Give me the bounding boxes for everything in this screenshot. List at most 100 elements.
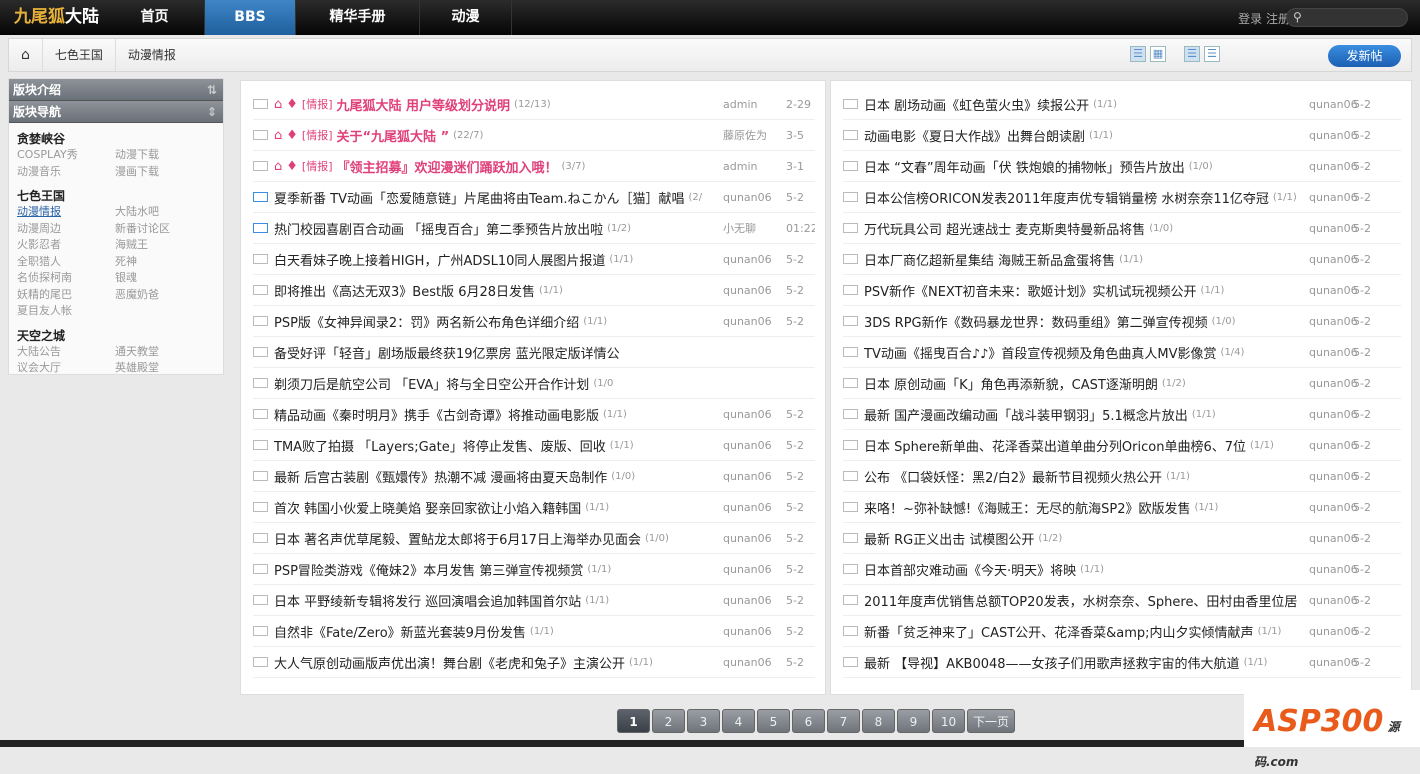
thread-author[interactable]: admin <box>723 98 757 111</box>
thread-author[interactable]: qunan06 <box>723 532 772 545</box>
sidebar-link[interactable]: 大陆公告 <box>17 344 115 361</box>
thread-author[interactable]: qunan06 <box>1309 377 1358 390</box>
thread-author[interactable]: qunan06 <box>1309 625 1358 638</box>
thread-author[interactable]: qunan06 <box>1309 594 1358 607</box>
thread-title[interactable]: 白天看妹子晚上接着HIGH，广州ADSL10同人展图片报道 <box>274 250 605 269</box>
thread-title[interactable]: 热门校园喜剧百合动画 「摇曳百合」第二季预告片放出啦 <box>274 219 603 238</box>
page-button[interactable]: 1 <box>617 709 650 733</box>
thread-author[interactable]: qunan06 <box>1309 346 1358 359</box>
thread-author[interactable]: qunan06 <box>1309 532 1358 545</box>
sidebar-link[interactable]: 海贼王 <box>115 237 213 254</box>
sidebar-link[interactable]: 动漫下载 <box>115 147 213 164</box>
thread-author[interactable]: qunan06 <box>723 563 772 576</box>
thread-author[interactable]: qunan06 <box>1309 253 1358 266</box>
thread-title[interactable]: 即将推出《高达无双3》Best版 6月28日发售 <box>274 281 535 300</box>
thread-title[interactable]: 动画电影《夏日大作战》出舞台朗读剧 <box>864 126 1085 145</box>
sidebar-link[interactable]: 妖精的尾巴 <box>17 287 115 304</box>
thread-author[interactable]: qunan06 <box>1309 470 1358 483</box>
thread-author[interactable]: qunan06 <box>1309 408 1358 421</box>
thread-title[interactable]: 大人气原创动画版声优出演！舞台剧《老虎和兔子》主演公开 <box>274 653 625 672</box>
thread-tag[interactable]: [情报] <box>302 96 333 112</box>
new-post-button[interactable]: 发新帖 <box>1328 45 1401 67</box>
thread-title[interactable]: 2011年度声优销售总额TOP20发表，水树奈奈、Sphere、田村由香里位居 <box>864 591 1297 610</box>
page-button[interactable]: 6 <box>792 709 825 733</box>
page-button[interactable]: 9 <box>897 709 930 733</box>
thread-title[interactable]: 日本 “文春”周年动画「伏 铁炮娘的捕物帐」预告片放出 <box>864 157 1185 176</box>
thread-author[interactable]: qunan06 <box>1309 501 1358 514</box>
thread-title[interactable]: PSV新作《NEXT初音未来：歌姬计划》实机试玩视频公开 <box>864 281 1197 300</box>
thread-author[interactable]: qunan06 <box>1309 98 1358 111</box>
thread-title[interactable]: 日本 Sphere新单曲、花泽香菜出道单曲分列Oricon单曲榜6、7位 <box>864 436 1246 455</box>
list-view-icon[interactable]: ☰ <box>1130 46 1146 62</box>
page-button[interactable]: 8 <box>862 709 895 733</box>
page-button[interactable]: 7 <box>827 709 860 733</box>
page-button[interactable]: 5 <box>757 709 790 733</box>
thread-author[interactable]: qunan06 <box>723 625 772 638</box>
thread-title[interactable]: 3DS RPG新作《数码暴龙世界：数码重组》第二弹宣传视频 <box>864 312 1208 331</box>
page-button[interactable]: 4 <box>722 709 755 733</box>
sidebar-link[interactable]: 银魂 <box>115 270 213 287</box>
thread-author[interactable]: qunan06 <box>1309 315 1358 328</box>
thread-author[interactable]: qunan06 <box>1309 222 1358 235</box>
thread-title[interactable]: 最新 【导视】AKB0048——女孩子们用歌声拯救宇宙的伟大航道 <box>864 653 1240 672</box>
thread-author[interactable]: 藤原佐为 <box>723 127 767 143</box>
search-input[interactable]: ⚲ <box>1286 8 1408 27</box>
thread-tag[interactable]: [情报] <box>302 158 333 174</box>
home-icon[interactable]: ⌂ <box>9 39 43 71</box>
thread-title[interactable]: 日本 原创动画「K」角色再添新貌，CAST逐渐明朗 <box>864 374 1158 393</box>
thread-author[interactable]: qunan06 <box>1309 563 1358 576</box>
sidebar-link[interactable]: 新番讨论区 <box>115 221 213 238</box>
breadcrumb-item[interactable]: 动漫情报 <box>116 39 188 71</box>
thread-author[interactable]: qunan06 <box>723 501 772 514</box>
thread-author[interactable]: qunan06 <box>723 191 772 204</box>
thread-title[interactable]: TV动画《摇曳百合♪♪》首段宣传视频及角色曲真人MV影像赏 <box>864 343 1217 362</box>
page-button[interactable]: 下一页 <box>967 709 1015 733</box>
thread-title[interactable]: 日本公信榜ORICON发表2011年度声优专辑销量榜 水树奈奈11亿夺冠 <box>864 188 1269 207</box>
nav-anime[interactable]: 动漫 <box>420 0 512 35</box>
thread-title[interactable]: PSP版《女神异闻录2：罚》两名新公布角色详细介绍 <box>274 312 579 331</box>
sidebar-link[interactable]: 名侦探柯南 <box>17 270 115 287</box>
thread-title[interactable]: 来咯！~弥补缺憾!《海贼王：无尽的航海SP2》欧版发售 <box>864 498 1190 517</box>
sidebar-link[interactable]: 全职猎人 <box>17 254 115 271</box>
thread-title[interactable]: 关于“九尾狐大陆 ” <box>337 126 450 145</box>
sidebar-group-title[interactable]: 天空之城 <box>17 329 215 344</box>
thread-title[interactable]: 备受好评「轻音」剧场版最终获19亿票房 蓝光限定版详情公 <box>274 343 620 362</box>
thread-title[interactable]: 自然非《Fate/Zero》新蓝光套装9月份发售 <box>274 622 526 641</box>
thread-title[interactable]: 公布 《口袋妖怪：黑2/白2》最新节目视频火热公开 <box>864 467 1162 486</box>
thread-author[interactable]: 小无聊 <box>723 220 756 236</box>
thread-title[interactable]: 日本厂商亿超新星集结 海贼王新品盒蛋将售 <box>864 250 1115 269</box>
thread-author[interactable]: qunan06 <box>723 594 772 607</box>
nav-home[interactable]: 首页 <box>105 0 205 35</box>
nav-bbs[interactable]: BBS <box>205 0 296 35</box>
page-button[interactable]: 2 <box>652 709 685 733</box>
thread-author[interactable]: qunan06 <box>723 470 772 483</box>
sidebar-link[interactable]: 大陆水吧 <box>115 204 213 221</box>
thread-author[interactable]: qunan06 <box>1309 160 1358 173</box>
sidebar-link[interactable]: 英雄殿堂 <box>115 360 213 377</box>
thread-title[interactable]: 日本首部灾难动画《今天·明天》将映 <box>864 560 1076 579</box>
sidebar-link[interactable]: 动漫音乐 <box>17 164 115 181</box>
thread-title[interactable]: 日本 平野绫新专辑将发行 巡回演唱会追加韩国首尔站 <box>274 591 581 610</box>
sidebar-link[interactable]: 动漫情报 <box>17 204 115 221</box>
compact-view-icon[interactable]: ☰ <box>1204 46 1220 62</box>
thread-title[interactable]: 新番「贫乏神来了」CAST公开、花泽香菜&amp;内山夕实倾情献声 <box>864 622 1254 641</box>
thread-author[interactable]: qunan06 <box>1309 284 1358 297</box>
grid-view-icon[interactable]: ▦ <box>1150 46 1166 62</box>
thread-title[interactable]: 首次 韩国小伙爱上晓美焰 娶亲回家欲让小焰入籍韩国 <box>274 498 581 517</box>
thread-author[interactable]: qunan06 <box>1309 129 1358 142</box>
sidebar-link[interactable]: 死神 <box>115 254 213 271</box>
thread-title[interactable]: 『领主招募』欢迎漫迷们踊跃加入哦！ <box>337 157 558 176</box>
thread-author[interactable]: qunan06 <box>1309 439 1358 452</box>
site-logo[interactable]: 九尾狐大陆 <box>0 0 105 35</box>
thread-title[interactable]: 最新 后宫古装剧《甄嬛传》热潮不减 漫画将由夏天岛制作 <box>274 467 607 486</box>
sidebar-group-title[interactable]: 贪婪峡谷 <box>17 132 215 147</box>
thread-title[interactable]: PSP冒险类游戏《俺妹2》本月发售 第三弹宣传视频赏 <box>274 560 583 579</box>
page-button[interactable]: 10 <box>932 709 965 733</box>
thread-title[interactable]: 最新 国产漫画改编动画「战斗装甲钢羽」5.1概念片放出 <box>864 405 1188 424</box>
thread-title[interactable]: 万代玩具公司 超光速战士 麦克斯奥特曼新品将售 <box>864 219 1145 238</box>
thread-title[interactable]: 夏季新番 TV动画「恋爱随意链」片尾曲将由Team.ねこかん［猫］献唱 <box>274 188 684 207</box>
thread-author[interactable]: qunan06 <box>723 284 772 297</box>
thread-title[interactable]: 日本 剧场动画《虹色萤火虫》续报公开 <box>864 95 1089 114</box>
sidebar-link[interactable]: 通天教堂 <box>115 344 213 361</box>
page-button[interactable]: 3 <box>687 709 720 733</box>
